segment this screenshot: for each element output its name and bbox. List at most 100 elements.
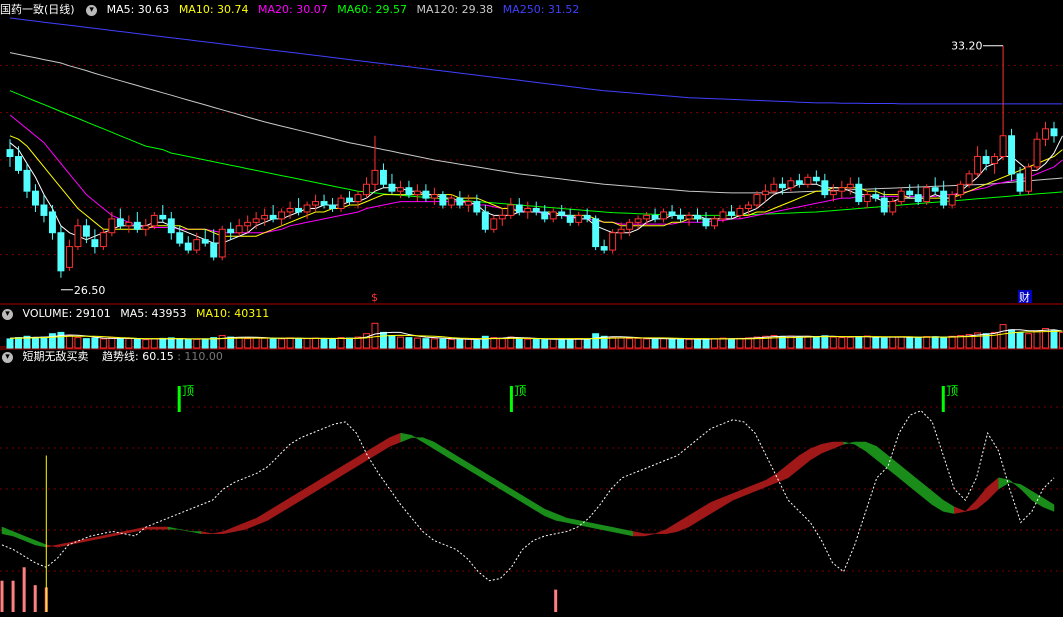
volume-bar bbox=[40, 336, 48, 349]
candle-body bbox=[108, 218, 116, 234]
volume-bar bbox=[379, 331, 387, 349]
trend-band-segment bbox=[632, 531, 645, 537]
candle-body bbox=[821, 180, 829, 196]
candle-body bbox=[261, 214, 269, 220]
trend-band-segment bbox=[854, 441, 866, 452]
volume-ma10-label: MA10: 40311 bbox=[195, 307, 270, 320]
candle-body bbox=[787, 180, 795, 189]
candle-body bbox=[812, 176, 820, 182]
volume-bar bbox=[371, 322, 379, 349]
trend-band-segment bbox=[776, 463, 789, 483]
volume-bar bbox=[74, 337, 82, 349]
volume-bar bbox=[957, 335, 965, 349]
indicator-header: ▾ 短期无敌买卖 趋势线: 60.15 : 110.00 bbox=[0, 349, 229, 365]
trend-band-segment bbox=[544, 508, 556, 521]
candle-body bbox=[643, 214, 651, 220]
candle-body bbox=[948, 194, 956, 206]
candle-body bbox=[532, 207, 540, 213]
candle-body bbox=[269, 214, 277, 220]
volume-label: VOLUME: 29101 bbox=[22, 307, 111, 320]
volume-bar bbox=[405, 337, 413, 349]
trend-band-segment bbox=[167, 526, 180, 530]
candle-body bbox=[363, 183, 370, 196]
candle-body bbox=[668, 211, 676, 216]
candle-body bbox=[498, 214, 506, 220]
trend-band-segment bbox=[688, 508, 700, 528]
volume-bar bbox=[660, 338, 668, 349]
signal-label: 顶 bbox=[946, 384, 958, 398]
candle-body bbox=[778, 183, 786, 189]
volume-bar bbox=[558, 338, 566, 349]
volume-bar bbox=[889, 336, 897, 349]
volume-bar bbox=[617, 337, 625, 349]
volume-bar bbox=[303, 338, 311, 349]
volume-bar bbox=[736, 337, 744, 349]
candle-body bbox=[558, 211, 566, 216]
candle-body bbox=[795, 180, 803, 185]
volume-bar bbox=[829, 336, 837, 349]
candle-body bbox=[184, 242, 192, 251]
trend-band-segment bbox=[887, 454, 900, 479]
volume-bar bbox=[812, 336, 820, 349]
candle-body bbox=[914, 194, 922, 203]
candle-body bbox=[329, 204, 337, 209]
candle-body bbox=[481, 211, 489, 230]
candle-body bbox=[413, 190, 421, 196]
collapse-toggle-icon[interactable]: ▾ bbox=[86, 4, 98, 16]
volume-bar bbox=[490, 337, 498, 349]
trend-band-segment bbox=[134, 526, 147, 532]
candle-body bbox=[719, 211, 727, 220]
trend-band-segment bbox=[577, 519, 590, 528]
volume-bar bbox=[456, 339, 464, 349]
trend-band-segment bbox=[345, 457, 357, 474]
volume-bar bbox=[1050, 329, 1058, 349]
volume-bar bbox=[473, 339, 481, 349]
trend-band-segment bbox=[234, 522, 246, 532]
trend-band-segment bbox=[555, 513, 568, 523]
trend-band-segment bbox=[876, 445, 889, 470]
signal-bar bbox=[509, 386, 513, 412]
volume-collapse-icon[interactable]: ▾ bbox=[2, 308, 13, 320]
indicator-collapse-icon[interactable]: ▾ bbox=[2, 351, 13, 363]
volume-bar bbox=[6, 338, 14, 349]
volume-bar bbox=[694, 338, 701, 349]
volume-bar bbox=[125, 338, 133, 349]
candle-body bbox=[507, 204, 515, 216]
volume-bar bbox=[1016, 332, 1024, 349]
volume-bar bbox=[176, 338, 184, 349]
volume-bar bbox=[855, 336, 863, 349]
candle-body bbox=[15, 156, 22, 171]
dotted-line bbox=[1, 410, 1055, 582]
candle-body bbox=[965, 173, 973, 185]
volume-bar bbox=[286, 337, 294, 349]
trend-band-segment bbox=[787, 454, 800, 479]
candle-body bbox=[320, 201, 328, 206]
candle-body bbox=[940, 190, 948, 206]
volume-bar bbox=[948, 335, 956, 349]
candle-body bbox=[651, 214, 659, 220]
buy-spike bbox=[11, 580, 15, 612]
trend-band-segment bbox=[588, 522, 601, 530]
volume-bar bbox=[388, 335, 396, 349]
trend-band-segment bbox=[566, 517, 579, 526]
trend-band-segment bbox=[976, 486, 988, 510]
trend-band-segment bbox=[998, 477, 1010, 490]
candle-body bbox=[880, 197, 888, 213]
candle-body bbox=[931, 187, 939, 192]
signal-bar bbox=[177, 386, 181, 412]
candle-body bbox=[838, 187, 846, 192]
price-header: 国药一致(日线) ▾ MA5: 30.63 MA10: 30.74 MA20: … bbox=[0, 2, 585, 18]
trend-band-segment bbox=[68, 540, 80, 546]
volume-bar bbox=[346, 337, 353, 349]
volume-bar bbox=[133, 338, 141, 349]
trend-band-segment bbox=[964, 499, 977, 512]
volume-bar bbox=[396, 336, 404, 349]
volume-bar bbox=[57, 331, 65, 349]
candle-body bbox=[286, 207, 294, 213]
trend-band-segment bbox=[289, 490, 302, 508]
trend-band-segment bbox=[1020, 484, 1033, 501]
trend-band-segment bbox=[610, 526, 623, 535]
candle-body bbox=[1008, 135, 1016, 175]
volume-bar bbox=[337, 337, 345, 349]
candle-body bbox=[897, 190, 905, 203]
